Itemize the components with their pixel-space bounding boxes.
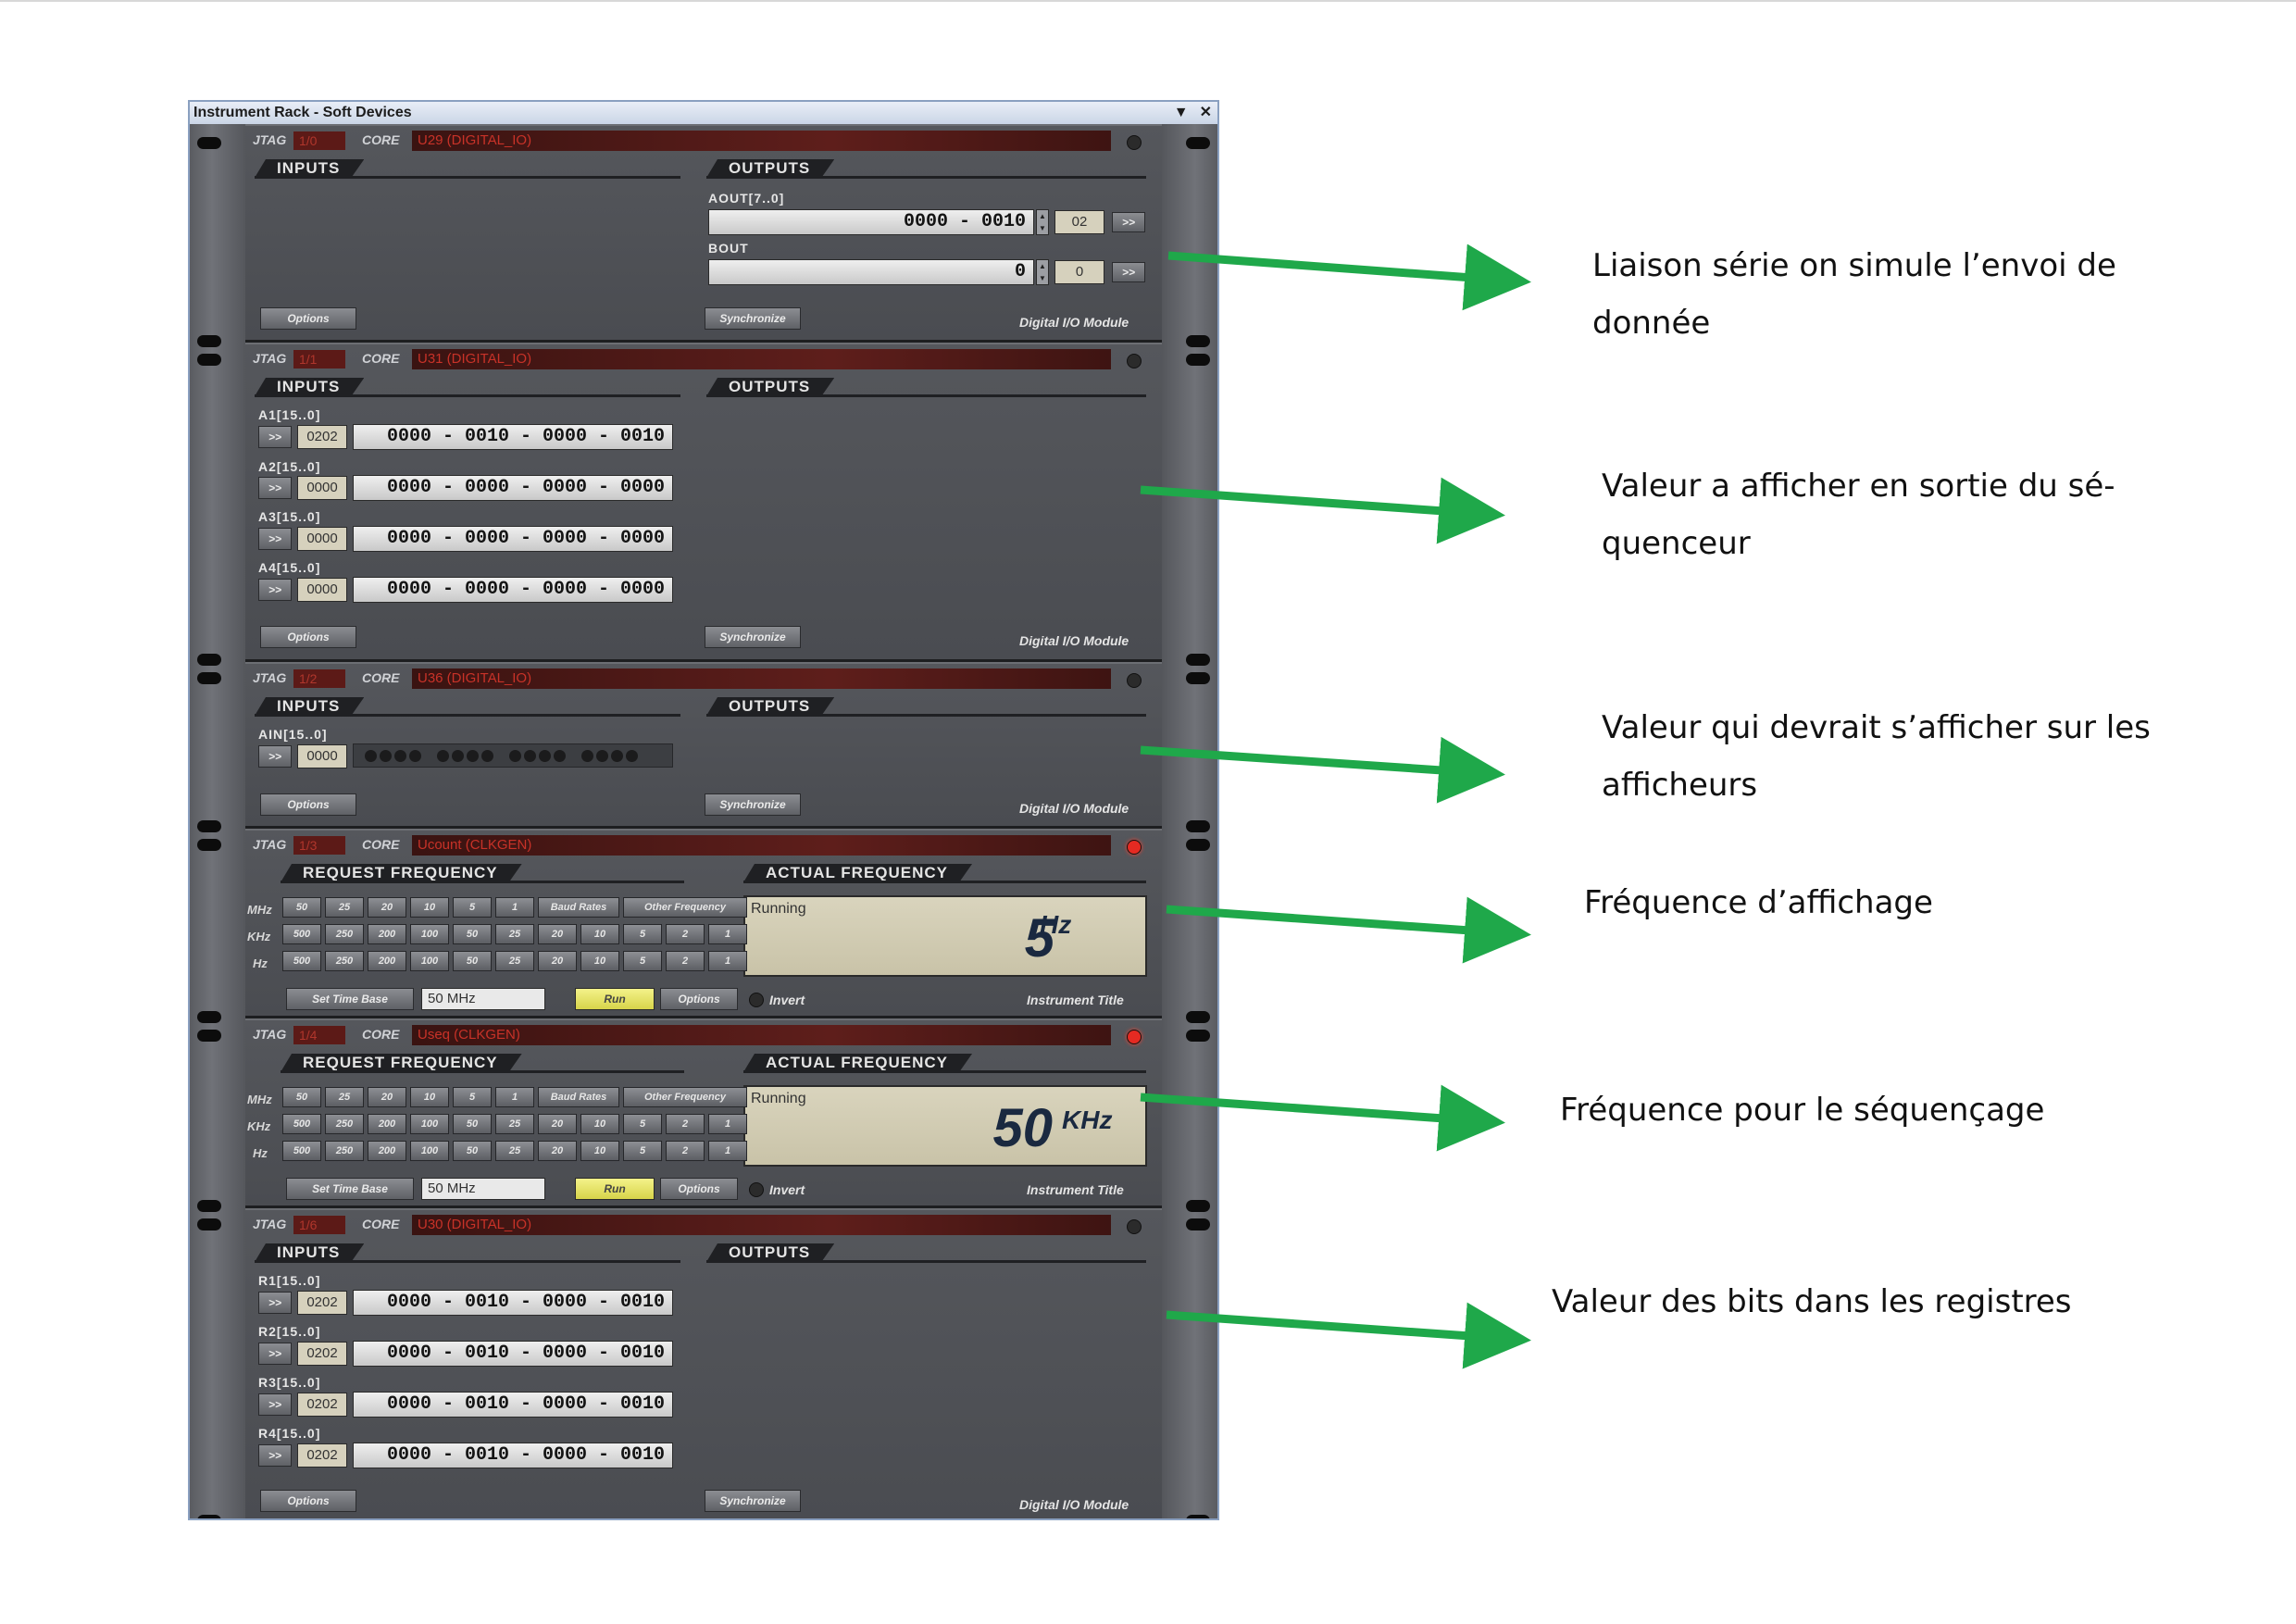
arrow-sequencer-output bbox=[1140, 477, 1505, 544]
arrow-serial-link bbox=[1167, 244, 1531, 311]
arrow-register-bits bbox=[1166, 1302, 1531, 1369]
arrow-display-frequency bbox=[1166, 896, 1531, 964]
annotation-display-value: Valeur qui devrait s’afficher sur les aff… bbox=[1602, 709, 2151, 804]
annotation-register-bits: Valeur des bits dans les registres bbox=[1552, 1283, 2072, 1320]
annotation-display-frequency: Fréquence d’affichage bbox=[1584, 884, 1933, 921]
annotation-sequencing-frequency: Fréquence pour le séquençage bbox=[1560, 1092, 2045, 1129]
annotation-serial-link: Liaison série on simule l’envoi de donnée bbox=[1592, 247, 2116, 342]
annotation-sequencer-output: Valeur a afficher en sortie du sé-quence… bbox=[1602, 468, 2115, 562]
arrow-display-value bbox=[1140, 736, 1505, 804]
arrow-sequencing-frequency bbox=[1140, 1084, 1505, 1152]
